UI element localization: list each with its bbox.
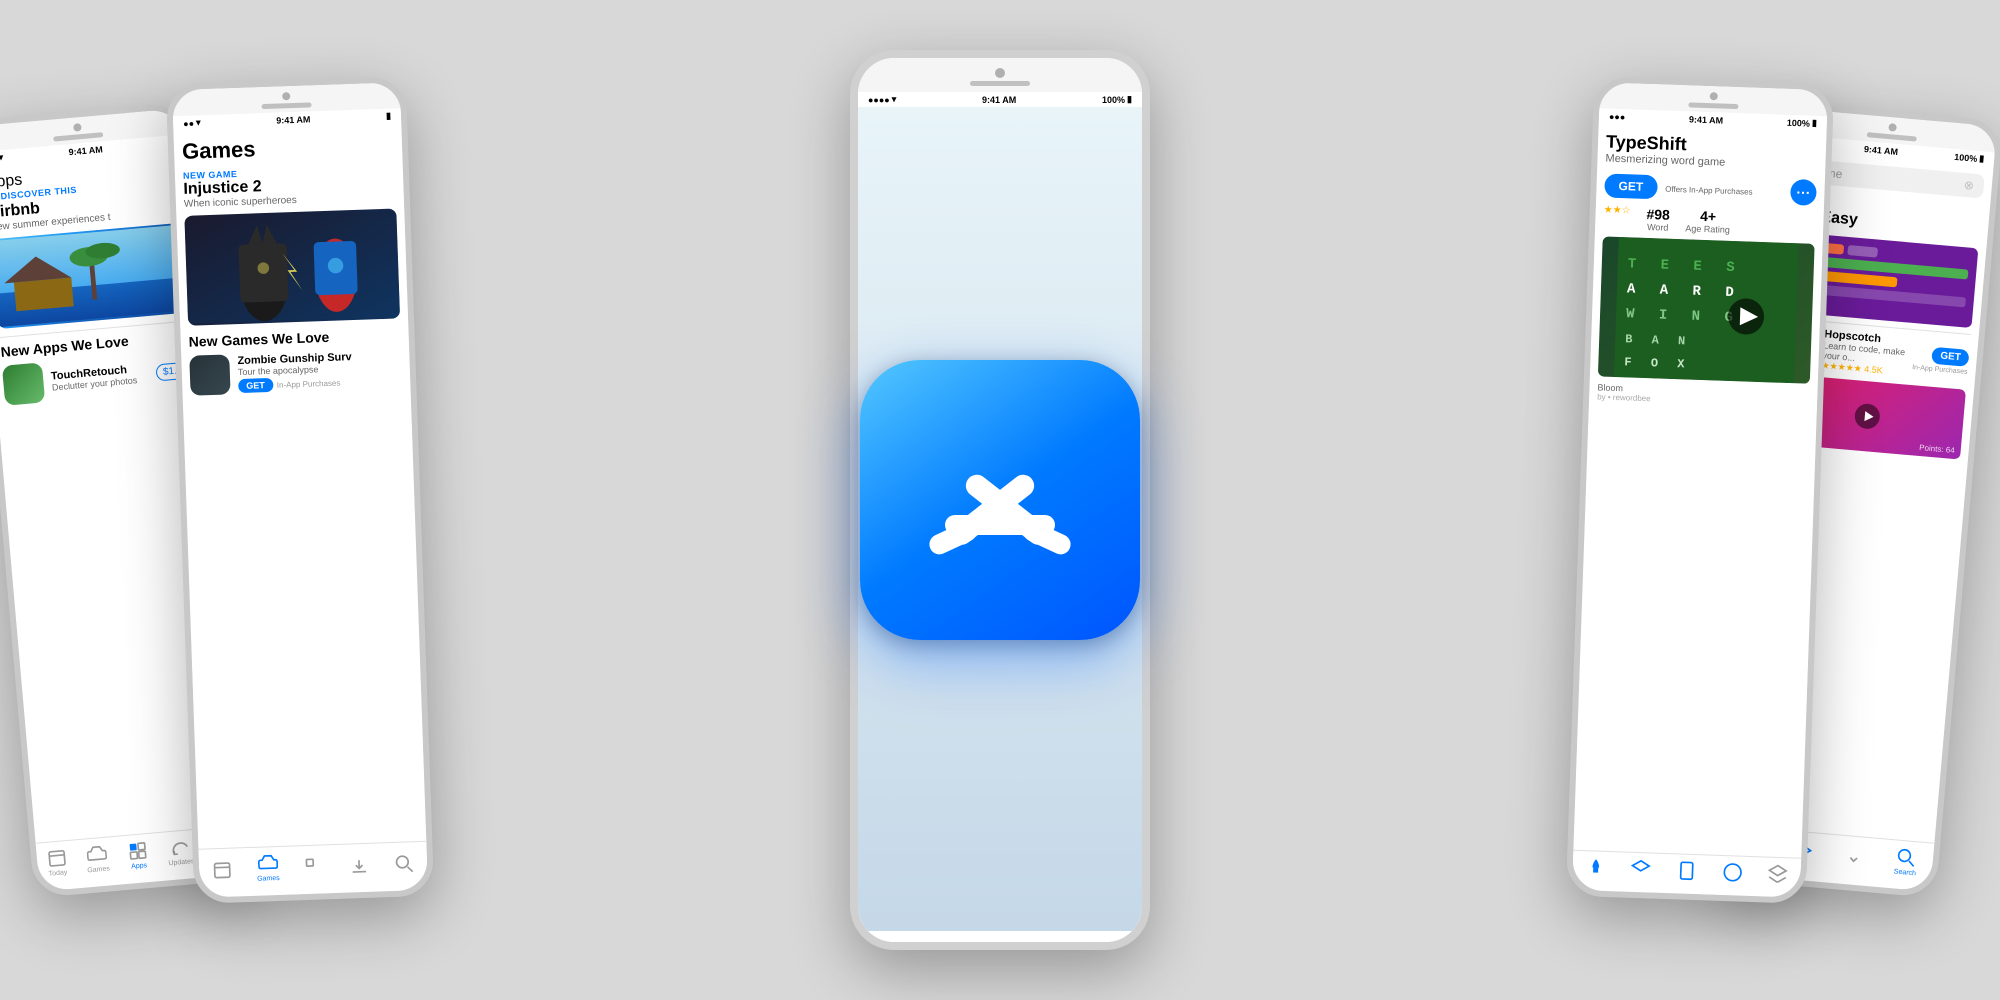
camera-far-right: [1888, 123, 1897, 132]
airbnb-banner: [0, 223, 190, 329]
tab-bar-left: Games: [198, 841, 427, 889]
rating-age-label: Age Rating: [1685, 223, 1730, 235]
svg-text:F O X: F O X: [1624, 355, 1690, 371]
speaker-left: [262, 102, 312, 109]
zombie-get-btn[interactable]: GET: [238, 378, 273, 393]
tab-games-left[interactable]: Games: [256, 853, 280, 883]
main-scene: ●● ▾ 9:41 AM ▮ Apps REDISCOVER THIS Airb…: [0, 0, 2000, 1000]
tab-search-left[interactable]: [394, 853, 415, 874]
rating-age: 4+: [1686, 207, 1731, 225]
more-options-btn[interactable]: ···: [1790, 179, 1817, 206]
tab-updates[interactable]: Updates: [166, 836, 195, 867]
speaker-right: [1688, 102, 1738, 109]
speaker-center: [970, 81, 1030, 86]
status-time: 9:41 AM: [68, 144, 103, 157]
hopscotch-get-btn[interactable]: GET: [1932, 346, 1970, 366]
phone-left: ●● ▾ 9:41 AM ▮ Games NEW GAME Injustice …: [166, 76, 434, 904]
tab-today-left[interactable]: [211, 859, 232, 880]
svg-text:B A N: B A N: [1625, 332, 1691, 348]
zombie-game-item: Zombie Gunship Surv Tour the apocalypse …: [189, 348, 402, 395]
zombie-icon: [189, 354, 230, 395]
rating-stars: ★★☆: [1604, 204, 1631, 216]
camera-center: [995, 68, 1005, 78]
battery-far-right: 100%: [1954, 151, 1978, 163]
battery-icon-center: ▮: [1127, 94, 1132, 105]
camera-dot-left: [282, 92, 290, 100]
battery-icon-right: ▮: [1812, 118, 1817, 129]
search-clear[interactable]: ⊗: [1963, 178, 1974, 193]
battery-icon-left: ▮: [386, 111, 391, 122]
speaker: [53, 132, 103, 141]
time-far-right: 9:41 AM: [1864, 144, 1899, 157]
phone-right: ●●● 9:41 AM 100% ▮ TypeShift Mesmerizing…: [1566, 76, 1834, 904]
typeshift-get-btn[interactable]: GET: [1604, 173, 1657, 199]
rating-category: Word: [1646, 222, 1670, 233]
speaker-far-right: [1867, 132, 1917, 141]
iap-label: In-App Purchases: [277, 378, 341, 389]
tab-appstore[interactable]: [1722, 862, 1743, 883]
offers-text: Offers In-App Purchases: [1665, 184, 1783, 197]
tab-download-left[interactable]: [349, 854, 370, 875]
tab-down-fr[interactable]: [1843, 846, 1865, 868]
touchretouch-item: TouchRetouch Declutter your photos $1.99: [2, 349, 197, 406]
tab-bar-right: [1572, 850, 1801, 889]
tab-games[interactable]: Games: [85, 844, 110, 875]
injustice-banner: [184, 208, 400, 325]
wifi-center: ▾: [892, 94, 897, 105]
new-games-title: New Games We Love: [188, 326, 400, 349]
touchretouch-icon: [2, 362, 45, 405]
tab-apps-left[interactable]: [304, 856, 325, 877]
camera-right: [1710, 92, 1718, 100]
time-right: 9:41 AM: [1689, 114, 1724, 125]
tab-today[interactable]: Today: [46, 847, 68, 878]
signal-right: ●●●: [1609, 111, 1626, 122]
wifi-icon: ▾: [0, 152, 4, 163]
word-grid: T E E S A A R D W I N G B A N F O X: [1598, 236, 1815, 383]
camera-dot: [73, 123, 82, 132]
battery-right: 100%: [1787, 117, 1810, 128]
signal-icon-left: ●●: [183, 118, 194, 128]
tab-layers2[interactable]: [1767, 864, 1788, 885]
tab-phone-icon[interactable]: [1676, 860, 1697, 881]
tab-apps[interactable]: Apps: [127, 840, 149, 871]
tab-rocket[interactable]: [1585, 857, 1606, 878]
wifi-icon-left: ▾: [196, 117, 201, 128]
status-time-left: 9:41 AM: [276, 114, 311, 125]
battery-icon-far-right: ▮: [1979, 153, 1985, 164]
time-center: 9:41 AM: [982, 95, 1016, 105]
games-title: Games: [182, 132, 395, 165]
battery-center: 100%: [1102, 95, 1125, 105]
rating-rank: #98: [1646, 206, 1670, 223]
appstore-icon: [860, 360, 1140, 640]
tab-layers[interactable]: [1631, 859, 1652, 880]
rating-row: ★★☆ #98 Word 4+ Age Rating: [1603, 204, 1816, 237]
status-bar-center: ●●●● ▾ 9:41 AM 100% ▮: [858, 92, 1142, 107]
signal-center: ●●●●: [868, 95, 890, 105]
tab-search-fr[interactable]: Search: [1893, 846, 1918, 877]
